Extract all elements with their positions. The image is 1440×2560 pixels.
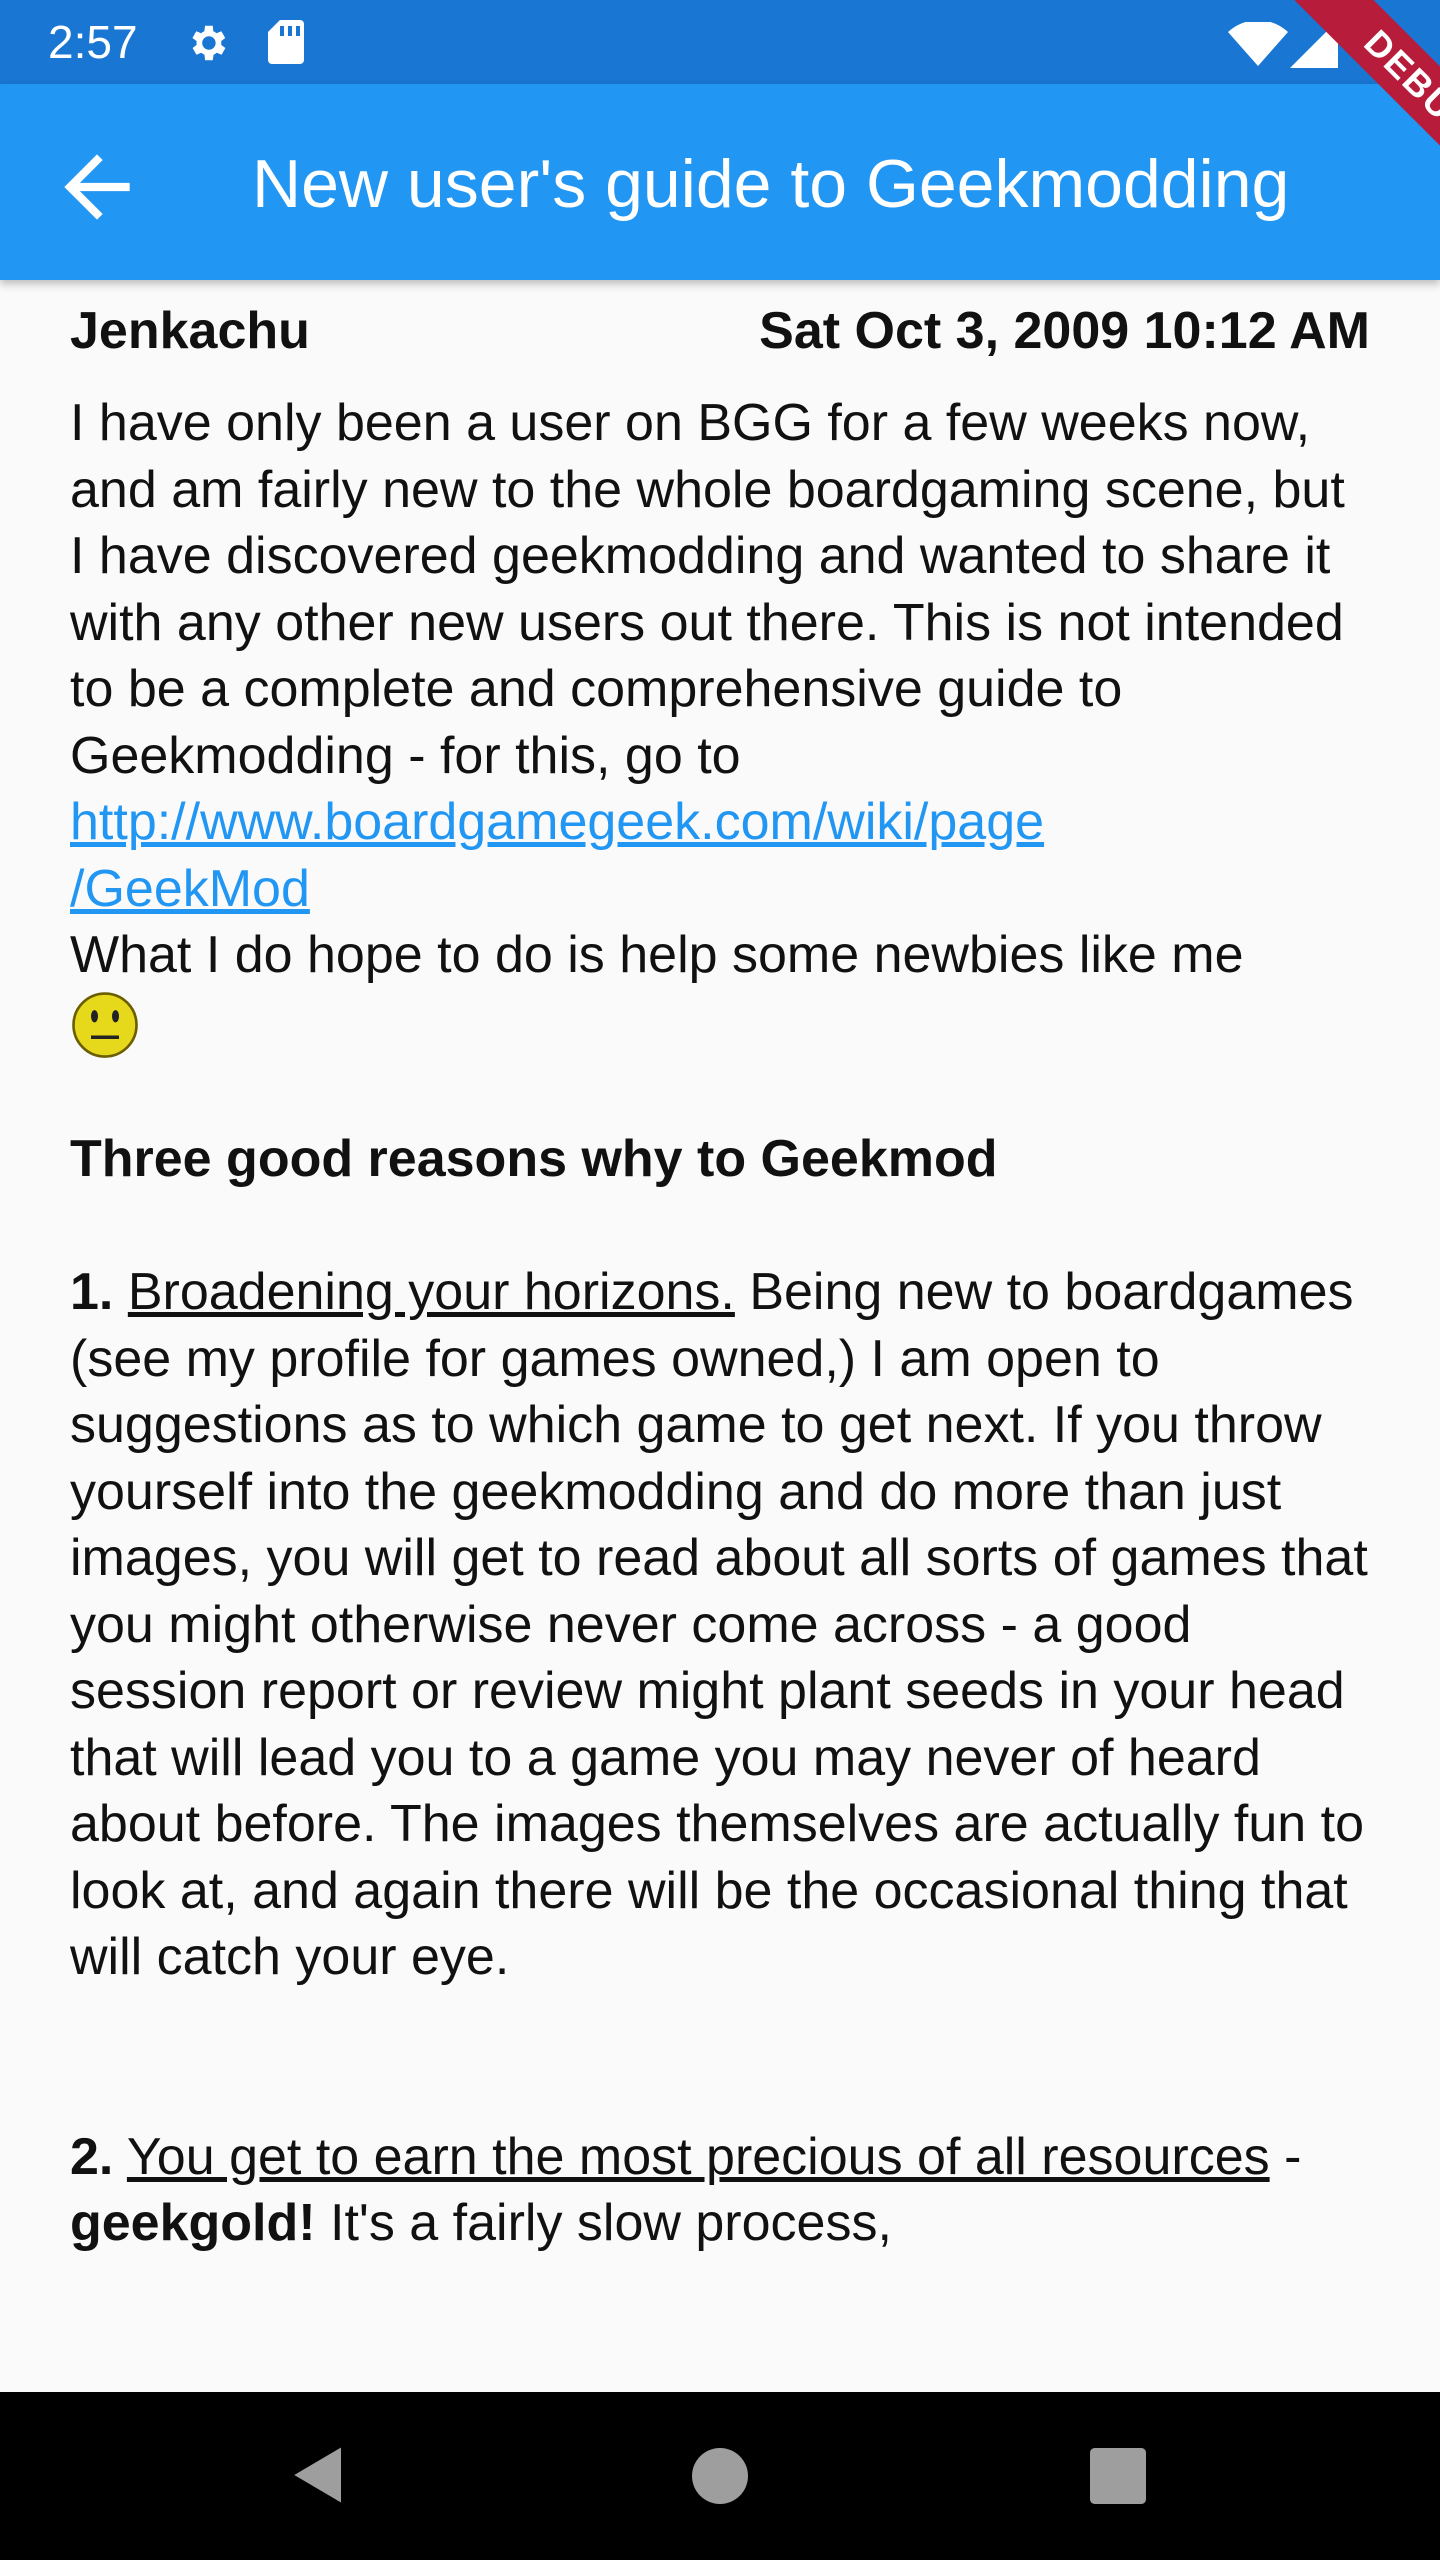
back-arrow-icon[interactable] bbox=[48, 138, 146, 236]
post-timestamp: Sat Oct 3, 2009 10:12 AM bbox=[759, 302, 1370, 360]
reason-2-text: It's a fairly slow process, bbox=[315, 2194, 892, 2253]
reason-1-number: 1. bbox=[70, 1263, 114, 1322]
reason-2-number: 2. bbox=[70, 2127, 114, 2186]
reason-2: 2. You get to earn the most precious of … bbox=[70, 2124, 1370, 2257]
battery-icon bbox=[1362, 16, 1390, 68]
reason-1-title: Broadening your horizons. bbox=[127, 1263, 735, 1322]
post-hope-text: What I do hope to do is help some newbie… bbox=[70, 926, 1244, 984]
app-bar: New user's guide to Geekmodding bbox=[0, 84, 1440, 280]
status-bar: 2:57 bbox=[0, 0, 1440, 84]
system-nav-bar bbox=[0, 2392, 1440, 2560]
nav-home-icon[interactable] bbox=[692, 2448, 748, 2504]
section-heading: Three good reasons why to Geekmod bbox=[70, 1130, 998, 1189]
reason-1: 1. Broadening your horizons. Being new t… bbox=[70, 1259, 1370, 1991]
post-header: Jenkachu Sat Oct 3, 2009 10:12 AM bbox=[70, 296, 1370, 366]
geekmod-wiki-link-line1[interactable]: http://www.boardgamegeek.com/wiki/page bbox=[70, 789, 1370, 856]
post-intro: I have only been a user on BGG for a few… bbox=[70, 394, 1345, 785]
reason-2-bold: geekgold! bbox=[70, 2194, 316, 2253]
reason-2-dash: - bbox=[1269, 2127, 1302, 2186]
reason-1-text: Being new to boardgames (see my profile … bbox=[70, 1263, 1368, 1987]
signal-icon bbox=[1290, 20, 1338, 68]
post-author[interactable]: Jenkachu bbox=[70, 296, 310, 366]
gear-icon bbox=[192, 25, 226, 61]
nav-back-icon[interactable] bbox=[286, 2442, 352, 2508]
smiley-icon bbox=[72, 991, 138, 1058]
post-body: Jenkachu Sat Oct 3, 2009 10:12 AM I have… bbox=[70, 296, 1370, 2257]
geekmod-wiki-link-line2[interactable]: /GeekMod bbox=[70, 856, 1370, 923]
page-title: New user's guide to Geekmodding bbox=[252, 146, 1290, 222]
nav-recent-icon[interactable] bbox=[1090, 2448, 1146, 2504]
sd-card-icon bbox=[268, 20, 304, 64]
wifi-icon bbox=[1228, 22, 1288, 66]
status-time: 2:57 bbox=[48, 16, 138, 68]
reason-2-title: You get to earn the most precious of all… bbox=[126, 2127, 1270, 2186]
